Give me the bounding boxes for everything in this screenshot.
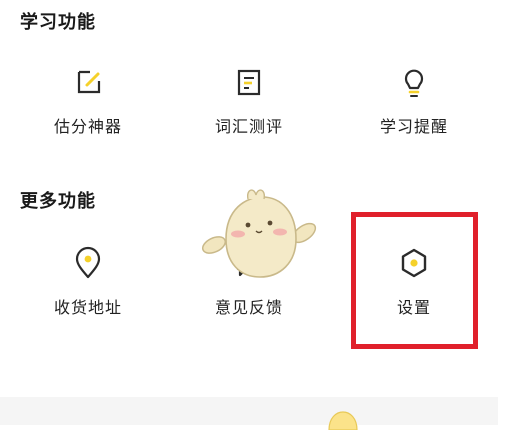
footer-mascot-icon [328, 411, 358, 430]
label-feedback: 意见反馈 [214, 298, 283, 317]
lightbulb-icon [397, 65, 431, 99]
grid-item-study-reminder[interactable]: 学习提醒 [344, 65, 484, 160]
label-vocab-test: 词汇测评 [214, 117, 283, 136]
label-study-reminder: 学习提醒 [379, 117, 448, 136]
grid-item-vocab-test[interactable]: 词汇测评 [179, 65, 319, 160]
location-pin-icon [71, 246, 105, 280]
grid-item-feedback[interactable]: 意见反馈 [179, 246, 319, 341]
settings-hexagon-icon [397, 246, 431, 280]
vocab-test-icon [232, 65, 266, 99]
grid-item-shipping-address[interactable]: 收货地址 [18, 246, 158, 341]
grid-item-score-estimator[interactable]: 估分神器 [18, 65, 158, 160]
grid-item-settings[interactable]: 设置 [344, 246, 484, 341]
feedback-icon [232, 246, 266, 280]
section-title-study: 学习功能 [20, 12, 96, 33]
label-shipping-address: 收货地址 [53, 298, 122, 317]
label-settings: 设置 [396, 298, 431, 317]
section-title-more: 更多功能 [20, 191, 96, 212]
label-score-estimator: 估分神器 [53, 117, 122, 136]
bottom-bar [0, 397, 498, 425]
edit-icon [71, 65, 105, 99]
